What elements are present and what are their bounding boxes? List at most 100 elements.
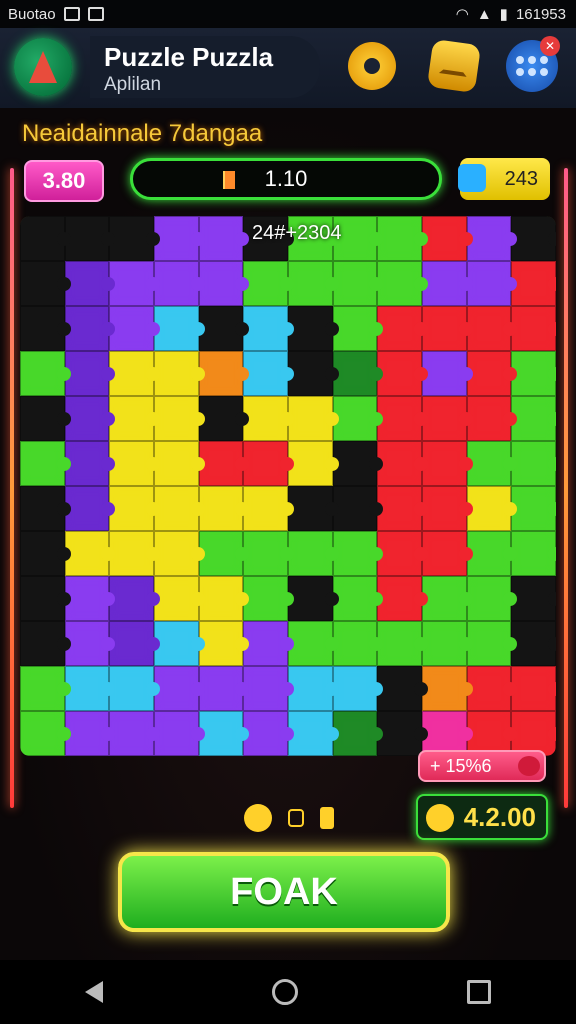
- puzzle-piece[interactable]: [466, 486, 517, 531]
- puzzle-piece[interactable]: [377, 486, 428, 531]
- puzzle-piece[interactable]: [377, 261, 428, 306]
- puzzle-piece[interactable]: [153, 396, 205, 441]
- puzzle-piece[interactable]: [64, 261, 115, 306]
- puzzle-piece[interactable]: [511, 576, 556, 621]
- puzzle-piece[interactable]: [64, 216, 115, 261]
- puzzle-piece[interactable]: [287, 441, 339, 486]
- puzzle-piece[interactable]: [287, 531, 339, 576]
- puzzle-piece[interactable]: [332, 486, 383, 531]
- puzzle-piece[interactable]: [466, 576, 517, 621]
- puzzle-piece[interactable]: [287, 711, 339, 756]
- puzzle-piece[interactable]: [153, 666, 205, 711]
- puzzle-piece[interactable]: [421, 396, 473, 441]
- puzzle-piece[interactable]: [153, 486, 205, 531]
- puzzle-grid[interactable]: 24#+2304: [20, 216, 556, 756]
- puzzle-piece[interactable]: [64, 351, 115, 396]
- puzzle-piece[interactable]: [243, 576, 294, 621]
- puzzle-piece[interactable]: [109, 441, 160, 486]
- puzzle-piece[interactable]: [421, 576, 473, 621]
- puzzle-piece[interactable]: [377, 351, 428, 396]
- puzzle-piece[interactable]: [287, 261, 339, 306]
- puzzle-piece[interactable]: [287, 621, 339, 666]
- puzzle-piece[interactable]: [287, 576, 339, 621]
- puzzle-piece[interactable]: [109, 666, 160, 711]
- puzzle-piece[interactable]: [109, 306, 160, 351]
- puzzle-piece[interactable]: [243, 441, 294, 486]
- puzzle-piece[interactable]: [377, 666, 428, 711]
- puzzle-piece[interactable]: [287, 351, 339, 396]
- puzzle-piece[interactable]: [287, 396, 339, 441]
- puzzle-piece[interactable]: [20, 261, 71, 306]
- puzzle-piece[interactable]: [377, 216, 428, 261]
- puzzle-piece[interactable]: [511, 216, 556, 261]
- puzzle-piece[interactable]: [243, 351, 294, 396]
- puzzle-piece[interactable]: [332, 306, 383, 351]
- puzzle-piece[interactable]: [153, 531, 205, 576]
- puzzle-piece[interactable]: [466, 441, 517, 486]
- puzzle-piece[interactable]: [64, 441, 115, 486]
- puzzle-piece[interactable]: [243, 261, 294, 306]
- puzzle-piece[interactable]: [421, 351, 473, 396]
- puzzle-piece[interactable]: [109, 261, 160, 306]
- puzzle-piece[interactable]: [153, 576, 205, 621]
- puzzle-piece[interactable]: [109, 621, 160, 666]
- puzzle-piece[interactable]: [332, 666, 383, 711]
- puzzle-piece[interactable]: [466, 351, 517, 396]
- play-button[interactable]: FOAK: [118, 852, 450, 932]
- puzzle-piece[interactable]: [109, 576, 160, 621]
- puzzle-piece[interactable]: [109, 711, 160, 756]
- puzzle-piece[interactable]: [153, 306, 205, 351]
- puzzle-piece[interactable]: [421, 216, 473, 261]
- bonus-pill[interactable]: + 15%6: [418, 750, 546, 782]
- puzzle-piece[interactable]: [64, 576, 115, 621]
- puzzle-piece[interactable]: [511, 666, 556, 711]
- puzzle-piece[interactable]: [198, 351, 249, 396]
- puzzle-piece[interactable]: [511, 486, 556, 531]
- lock-icon[interactable]: [288, 809, 304, 827]
- puzzle-piece[interactable]: [153, 261, 205, 306]
- puzzle-piece[interactable]: [198, 396, 249, 441]
- coins-pill[interactable]: 243: [458, 158, 550, 200]
- puzzle-piece[interactable]: [243, 396, 294, 441]
- puzzle-piece[interactable]: [511, 441, 556, 486]
- puzzle-piece[interactable]: [153, 351, 205, 396]
- puzzle-piece[interactable]: [377, 531, 428, 576]
- star-piece-icon[interactable]: [244, 804, 272, 832]
- puzzle-piece[interactable]: [377, 441, 428, 486]
- puzzle-piece[interactable]: [109, 216, 160, 261]
- puzzle-piece[interactable]: [20, 396, 71, 441]
- puzzle-piece[interactable]: [511, 306, 556, 351]
- puzzle-piece[interactable]: [198, 621, 249, 666]
- settings-gear-button[interactable]: [348, 42, 396, 90]
- puzzle-piece[interactable]: [377, 711, 428, 756]
- puzzle-piece[interactable]: [466, 216, 517, 261]
- puzzle-piece[interactable]: [332, 531, 383, 576]
- puzzle-piece[interactable]: [20, 621, 71, 666]
- puzzle-piece[interactable]: [377, 576, 428, 621]
- puzzle-piece[interactable]: [64, 486, 115, 531]
- puzzle-piece[interactable]: [64, 666, 115, 711]
- puzzle-piece[interactable]: [421, 441, 473, 486]
- puzzle-piece[interactable]: [332, 711, 383, 756]
- puzzle-piece[interactable]: [198, 306, 249, 351]
- puzzle-piece[interactable]: [243, 621, 294, 666]
- puzzle-piece[interactable]: [153, 441, 205, 486]
- puzzle-piece[interactable]: [466, 531, 517, 576]
- puzzle-piece[interactable]: [421, 621, 473, 666]
- puzzle-piece[interactable]: [109, 396, 160, 441]
- puzzle-piece[interactable]: [332, 396, 383, 441]
- puzzle-piece[interactable]: [377, 621, 428, 666]
- puzzle-piece[interactable]: [466, 306, 517, 351]
- puzzle-piece[interactable]: [511, 531, 556, 576]
- puzzle-piece[interactable]: [421, 306, 473, 351]
- puzzle-piece[interactable]: [466, 666, 517, 711]
- treasure-chest-button[interactable]: [426, 38, 482, 94]
- puzzle-piece[interactable]: [153, 216, 205, 261]
- puzzle-piece[interactable]: [20, 441, 71, 486]
- puzzle-piece[interactable]: [153, 621, 205, 666]
- puzzle-piece[interactable]: [64, 621, 115, 666]
- puzzle-piece[interactable]: [466, 396, 517, 441]
- puzzle-piece[interactable]: [20, 576, 71, 621]
- puzzle-piece[interactable]: [20, 486, 71, 531]
- puzzle-piece[interactable]: [287, 666, 339, 711]
